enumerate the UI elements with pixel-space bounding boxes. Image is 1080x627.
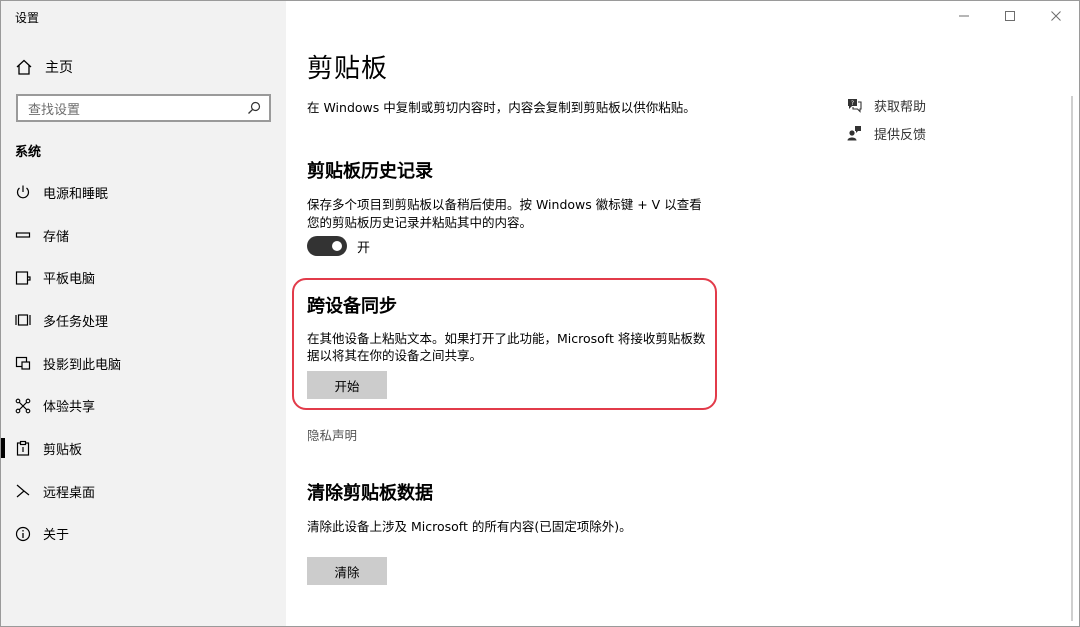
minimize-button[interactable] bbox=[941, 1, 987, 31]
sidebar-item-label: 远程桌面 bbox=[43, 485, 96, 501]
power-icon bbox=[16, 185, 30, 199]
page-title: 剪贴板 bbox=[307, 54, 389, 84]
toggle-knob bbox=[332, 241, 342, 251]
clear-button[interactable]: 清除 bbox=[307, 557, 387, 585]
sidebar-item-multitasking[interactable]: 多任务处理 bbox=[1, 299, 286, 342]
scrollbar[interactable] bbox=[1071, 96, 1073, 621]
search-input[interactable]: 查找设置 bbox=[16, 94, 271, 122]
window-title: 设置 bbox=[15, 11, 40, 25]
sidebar-item-label: 多任务处理 bbox=[43, 314, 109, 330]
sidebar-item-power-sleep[interactable]: 电源和睡眠 bbox=[1, 171, 286, 214]
close-icon bbox=[1051, 11, 1061, 21]
sidebar-section-heading: 系统 bbox=[15, 145, 42, 160]
highlight-annotation bbox=[292, 278, 717, 410]
help-chat-icon: ? bbox=[848, 99, 862, 113]
window-controls bbox=[941, 1, 1079, 31]
sidebar-item-clipboard[interactable]: 剪贴板 bbox=[1, 427, 286, 470]
get-help-link[interactable]: ? 获取帮助 bbox=[846, 91, 926, 119]
history-toggle[interactable] bbox=[307, 236, 347, 256]
sidebar-item-label: 电源和睡眠 bbox=[43, 186, 109, 202]
minimize-icon bbox=[959, 15, 969, 17]
history-desc-line2: 您的剪贴板历史记录并粘贴其中的内容。 bbox=[307, 215, 533, 230]
sidebar-item-label: 关于 bbox=[43, 528, 70, 544]
sidebar-item-about[interactable]: 关于 bbox=[1, 513, 286, 556]
sidebar-item-remote-desktop[interactable]: 远程桌面 bbox=[1, 470, 286, 513]
shared-experiences-icon bbox=[15, 398, 31, 414]
maximize-button[interactable] bbox=[987, 1, 1033, 31]
settings-window: 设置 主页 查找设置 系统 电源和睡眠 存储 平板电脑 多任务处理 投影到此电脑… bbox=[0, 0, 1080, 627]
sidebar-item-home[interactable]: 主页 bbox=[1, 51, 286, 83]
sidebar-item-label: 平板电脑 bbox=[43, 272, 96, 288]
sidebar-item-label: 存储 bbox=[43, 229, 70, 245]
svg-text:?: ? bbox=[851, 100, 854, 107]
storage-icon bbox=[15, 232, 31, 238]
privacy-link[interactable]: 隐私声明 bbox=[307, 425, 357, 444]
feedback-label: 提供反馈 bbox=[874, 127, 927, 143]
sidebar-item-label: 主页 bbox=[45, 60, 73, 76]
project-icon bbox=[15, 356, 31, 370]
feedback-link[interactable]: 提供反馈 bbox=[846, 119, 926, 147]
search-icon[interactable] bbox=[247, 101, 261, 115]
intro-text: 在 Windows 中复制或剪切内容时，内容会复制到剪贴板以供你粘贴。 bbox=[307, 100, 696, 115]
maximize-icon bbox=[1005, 11, 1015, 21]
sidebar-item-project[interactable]: 投影到此电脑 bbox=[1, 342, 286, 385]
help-panel: ? 获取帮助 提供反馈 bbox=[846, 91, 926, 147]
multitasking-icon bbox=[15, 314, 31, 327]
history-toggle-row: 开 bbox=[307, 236, 370, 256]
sidebar-item-shared-experiences[interactable]: 体验共享 bbox=[1, 384, 286, 427]
history-heading: 剪贴板历史记录 bbox=[307, 161, 433, 182]
home-icon bbox=[16, 59, 32, 75]
clear-desc: 清除此设备上涉及 Microsoft 的所有内容(已固定项除外)。 bbox=[307, 519, 632, 534]
feedback-icon bbox=[847, 126, 861, 141]
clipboard-icon bbox=[16, 441, 30, 457]
info-icon bbox=[15, 526, 31, 541]
sidebar-item-label: 体验共享 bbox=[43, 400, 96, 416]
history-desc-line1: 保存多个项目到剪贴板以备稍后使用。按 Windows 徽标键 + V 以查看 bbox=[307, 197, 702, 212]
sidebar-item-label: 投影到此电脑 bbox=[43, 357, 122, 373]
sidebar-item-tablet[interactable]: 平板电脑 bbox=[1, 256, 286, 299]
get-help-label: 获取帮助 bbox=[874, 99, 927, 115]
close-button[interactable] bbox=[1033, 1, 1079, 31]
search-placeholder: 查找设置 bbox=[28, 102, 81, 118]
sidebar: 设置 主页 查找设置 系统 电源和睡眠 存储 平板电脑 多任务处理 投影到此电脑… bbox=[1, 1, 286, 626]
sidebar-nav: 电源和睡眠 存储 平板电脑 多任务处理 投影到此电脑 体验共享 剪贴板 远程桌面… bbox=[1, 171, 286, 555]
tablet-icon bbox=[15, 271, 31, 285]
clear-heading: 清除剪贴板数据 bbox=[307, 483, 433, 504]
sidebar-item-label: 剪贴板 bbox=[43, 442, 83, 458]
remote-desktop-icon bbox=[16, 484, 30, 498]
sidebar-item-storage[interactable]: 存储 bbox=[1, 214, 286, 257]
history-toggle-label: 开 bbox=[357, 240, 371, 256]
